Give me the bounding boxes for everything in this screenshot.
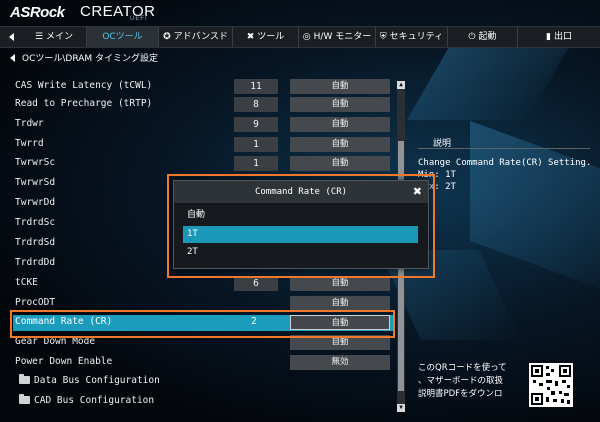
setting-row-twrwrsc[interactable]: TwrwrSc 1 自動: [13, 156, 393, 172]
scroll-down-arrow-icon[interactable]: ▼: [397, 404, 405, 412]
setting-label: TrdrdSc: [15, 217, 56, 228]
setting-current-value: 1: [234, 137, 278, 152]
tab-left-arrow-icon[interactable]: [9, 33, 14, 41]
setting-current-value: 9: [234, 117, 278, 132]
qr-caption-line: このQRコードを使って: [418, 363, 507, 373]
bios-header: ASRock CREATOR UEFI: [0, 0, 600, 24]
power-icon: ⏻: [468, 32, 476, 42]
setting-current-value: 6: [234, 276, 278, 291]
submenu-label-wrap: Data Bus Configuration: [19, 374, 160, 386]
description-divider: [418, 148, 590, 149]
setting-label: ProcODT: [15, 297, 56, 308]
uefi-label: UEFI: [130, 16, 148, 22]
tab-main[interactable]: ☰ メイン: [22, 27, 87, 47]
highlight-box-popup: [167, 174, 435, 278]
setting-label: Data Bus Configuration: [34, 375, 160, 386]
setting-option-button[interactable]: 自動: [290, 276, 390, 291]
setting-label: TwrwrSc: [15, 157, 56, 168]
scroll-up-arrow-icon[interactable]: ▲: [397, 81, 405, 89]
back-arrow-icon[interactable]: [10, 54, 15, 62]
setting-option-button[interactable]: 無効: [290, 355, 390, 370]
list-icon: ☰: [34, 32, 44, 42]
setting-row-power-down-enable[interactable]: Power Down Enable 無効: [13, 355, 393, 371]
setting-label: TrdrdSd: [15, 237, 56, 248]
star-icon: ✪: [163, 32, 171, 42]
tab-hw-monitor[interactable]: ◎ H/W モニター: [299, 27, 376, 47]
qr-code-icon: [529, 363, 573, 407]
asrock-logo: ASRock: [10, 4, 65, 21]
setting-label: TwrwrDd: [15, 197, 56, 208]
tab-security[interactable]: ⛨ セキュリティ: [376, 27, 448, 47]
submenu-label-wrap: CAD Bus Configuration: [19, 394, 155, 406]
setting-label: Power Down Enable: [15, 356, 113, 367]
submenu-cad-bus-configuration[interactable]: CAD Bus Configuration: [13, 394, 393, 410]
setting-option-button[interactable]: 自動: [290, 296, 390, 311]
setting-current-value: 8: [234, 97, 278, 112]
tab-tool[interactable]: ✖ ツール: [233, 27, 299, 47]
breadcrumb-path: OCツール\DRAM タイミング設定: [22, 54, 159, 64]
highlight-box-command-rate: [10, 310, 395, 338]
qr-caption: このQRコードを使って 、マザーボードの取扱 説明書PDFをダウンロ: [418, 362, 507, 401]
setting-row-trdwr[interactable]: Trdwr 9 自動: [13, 117, 393, 133]
submenu-data-bus-configuration[interactable]: Data Bus Configuration: [13, 374, 393, 390]
tools-icon: ✖: [246, 32, 255, 42]
qr-caption-line: 、マザーボードの取扱: [418, 376, 504, 386]
setting-option-button[interactable]: 自動: [290, 97, 390, 112]
description-text: Change Command Rate(CR) Setting. Min: 1T…: [418, 158, 592, 192]
monitor-icon: ◎: [302, 32, 311, 42]
tab-exit[interactable]: ▮ 出口: [518, 27, 600, 47]
setting-row-tcwl[interactable]: CAS Write Latency (tCWL) 11 自動: [13, 79, 393, 95]
setting-label: CAD Bus Configuration: [34, 395, 155, 406]
breadcrumb: OCツール\DRAM タイミング設定: [0, 50, 600, 66]
shield-icon: ⛨: [379, 32, 387, 42]
setting-row-tcke[interactable]: tCKE 6 自動: [13, 276, 393, 292]
folder-icon: [19, 374, 30, 384]
qr-caption-line: 説明書PDFをダウンロ: [418, 389, 503, 399]
exit-icon: ▮: [546, 32, 551, 42]
setting-label: TrdrdDd: [15, 257, 56, 268]
setting-label: Trdwr: [15, 118, 44, 129]
setting-row-trtp[interactable]: Read to Precharge (tRTP) 8 自動: [13, 97, 393, 113]
tab-boot[interactable]: ⏻ 起動: [448, 27, 518, 47]
main-tab-bar: ☰ メイン OCツール ✪ アドバンスド ✖ ツール ◎ H/W モニター ⛨ セキュリテ…: [0, 26, 600, 48]
setting-option-button[interactable]: 自動: [290, 117, 390, 132]
setting-option-button[interactable]: 自動: [290, 79, 390, 94]
setting-option-button[interactable]: 自動: [290, 137, 390, 152]
setting-current-value: 11: [234, 79, 278, 94]
setting-label: TwrwrSd: [15, 177, 56, 188]
setting-label: CAS Write Latency (tCWL): [15, 80, 153, 91]
setting-label: Twrrd: [15, 138, 44, 149]
setting-current-value: 1: [234, 156, 278, 171]
setting-row-twrrd[interactable]: Twrrd 1 自動: [13, 137, 393, 153]
folder-icon: [19, 394, 30, 404]
tab-advanced[interactable]: ✪ アドバンスド: [159, 27, 233, 47]
setting-label: Read to Precharge (tRTP): [15, 98, 153, 109]
setting-label: tCKE: [15, 277, 38, 288]
tab-oc-tweaker[interactable]: OCツール: [87, 27, 159, 47]
setting-option-button[interactable]: 自動: [290, 156, 390, 171]
